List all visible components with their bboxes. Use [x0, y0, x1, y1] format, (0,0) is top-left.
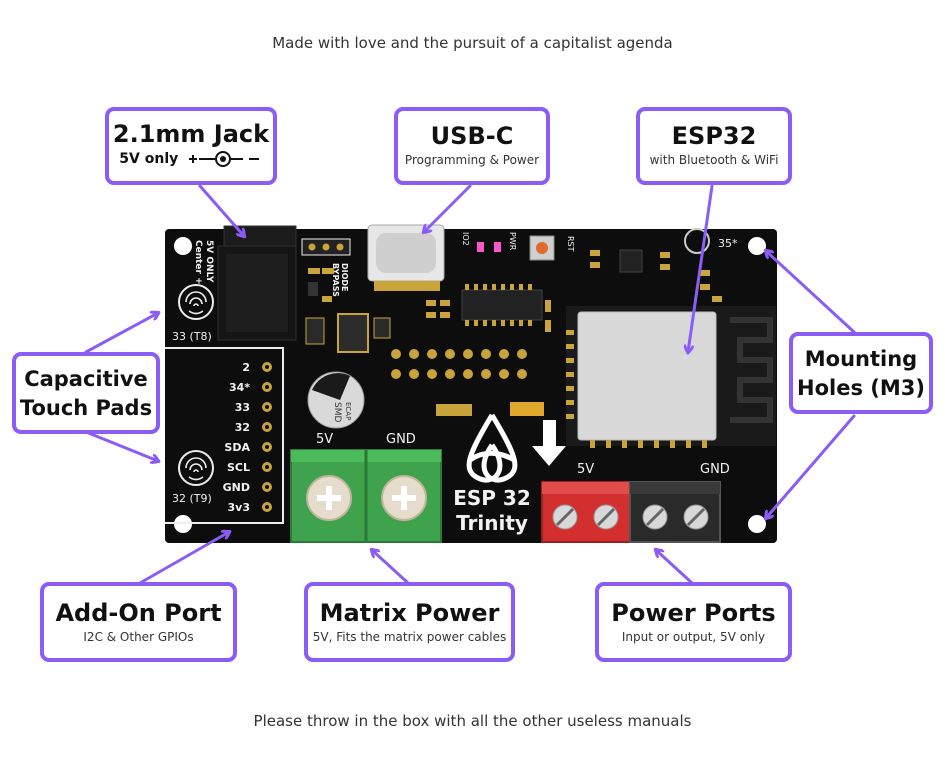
dc-jack — [217, 225, 297, 341]
terminal-left-gnd: GND — [386, 432, 416, 447]
callout-usbc: USB-C Programming & Power — [394, 107, 550, 185]
callout-matrix: Matrix Power 5V, Fits the matrix power c… — [304, 582, 515, 662]
callout-mounting-line2: Holes (M3) — [797, 376, 925, 400]
terminal-right-5v: 5V — [577, 462, 594, 477]
arrow-mount-top — [766, 251, 856, 334]
callout-addon-sub: I2C & Other GPIOs — [83, 630, 194, 644]
cap-label: SMD — [332, 402, 342, 422]
header-pin-label: SCL — [227, 461, 250, 474]
callout-addon: Add-On Port I2C & Other GPIOs — [40, 582, 237, 662]
arrow-matrix — [372, 550, 410, 585]
callout-touch: Capacitive Touch Pads — [12, 352, 160, 434]
jack-silk-label-2: Center + — [193, 240, 203, 285]
callout-jack: 2.1mm Jack 5V only — [105, 107, 277, 185]
callout-power-sub: Input or output, 5V only — [621, 630, 766, 644]
mounting-hole-tl — [174, 237, 192, 255]
callout-mounting-line1: Mounting — [804, 347, 918, 371]
matrix-power-terminal — [290, 449, 442, 543]
arrow-jack — [198, 184, 244, 236]
mounting-hole-br — [748, 515, 766, 533]
callout-touch-line1: Capacitive — [24, 367, 148, 391]
header-pin-label: 3v3 — [228, 501, 250, 514]
cap-label-2: ECAP — [344, 402, 352, 420]
touch-t8-label: 33 (T8) — [172, 330, 212, 343]
callout-usbc-title: USB-C — [430, 122, 514, 150]
rst-label: RST — [566, 236, 575, 252]
ic-regulator — [619, 249, 643, 273]
callout-matrix-sub: 5V, Fits the matrix power cables — [312, 630, 507, 644]
terminal-left-5v: 5V — [316, 432, 333, 447]
callout-jack-title: 2.1mm Jack — [112, 120, 270, 148]
arrow-touch-top — [84, 313, 158, 354]
header-pin-label: 2 — [242, 361, 250, 374]
arrow-power — [656, 550, 694, 585]
header-pin-label: 33 — [235, 401, 250, 414]
jack-silk-label: 5V ONLY — [204, 240, 214, 283]
header-pin-label: 34* — [229, 381, 250, 394]
header-pin-label: GND — [223, 481, 250, 494]
power-terminal-red — [541, 481, 631, 543]
callout-power-title: Power Ports — [611, 599, 776, 627]
callout-power: Power Ports Input or output, 5V only — [595, 582, 792, 662]
power-terminal-black — [629, 481, 721, 543]
led-pwr-label: PWR — [508, 232, 517, 251]
callout-jack-sub: 5V only — [119, 151, 179, 168]
callout-esp32: ESP32 with Bluetooth & WiFi — [636, 107, 792, 185]
led-pwr — [494, 242, 501, 252]
callout-mounting: Mounting Holes (M3) — [789, 332, 933, 414]
arrow-touch-bottom — [84, 430, 158, 461]
pin35-label: 35* — [718, 237, 738, 250]
touch-t9-label: 32 (T9) — [172, 492, 212, 505]
callout-esp32-title: ESP32 — [671, 122, 757, 150]
callout-usbc-sub: Programming & Power — [404, 153, 540, 167]
callout-esp32-sub: with Bluetooth & WiFi — [649, 153, 779, 167]
arrow-mount-bottom — [766, 414, 856, 518]
diode-bypass-label: DIODE — [340, 263, 349, 292]
logo-line1: ESP 32 — [453, 486, 531, 510]
header-pin-label: SDA — [224, 441, 250, 454]
mounting-hole-tr — [748, 237, 766, 255]
header-pin-label: 32 — [235, 421, 250, 434]
diode-bypass-header — [301, 238, 351, 256]
usbc-connector — [367, 224, 445, 291]
ic-chip-usb — [461, 284, 543, 326]
inductor — [337, 313, 369, 353]
led-io2-label: IO2 — [461, 232, 470, 246]
polarity-icon — [188, 151, 259, 167]
callout-matrix-title: Matrix Power — [319, 599, 500, 627]
terminal-right-gnd: GND — [700, 462, 730, 477]
logo-line2: Trinity — [456, 511, 528, 535]
callout-touch-line2: Touch Pads — [19, 396, 153, 420]
led-io2 — [477, 242, 484, 252]
reset-button — [529, 235, 555, 261]
callout-addon-title: Add-On Port — [55, 599, 222, 627]
arrow-usbc — [424, 184, 472, 232]
esp32-module — [566, 306, 776, 448]
